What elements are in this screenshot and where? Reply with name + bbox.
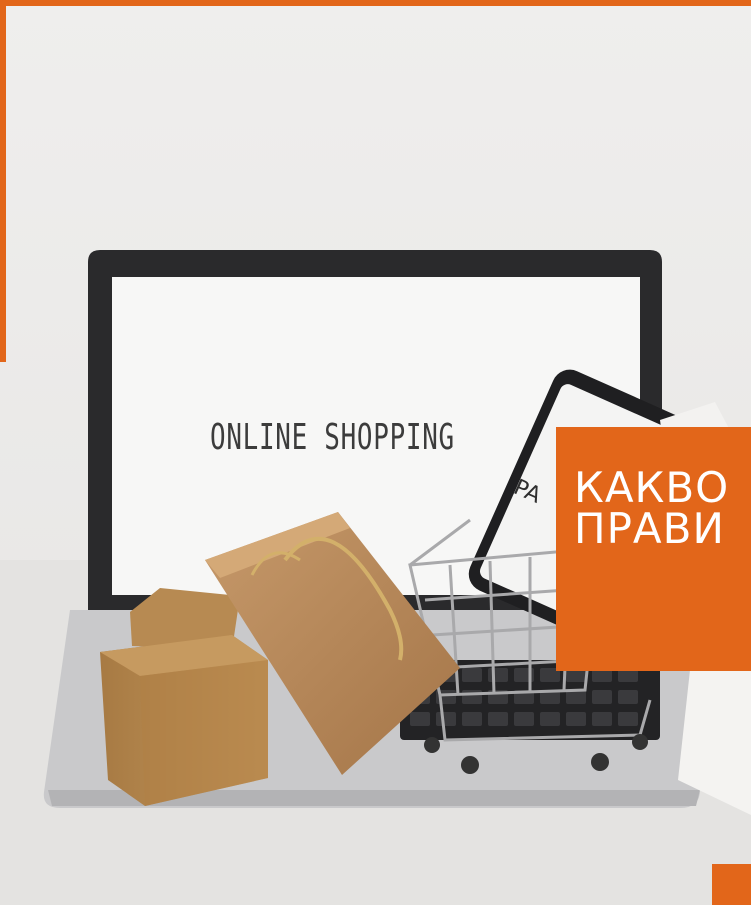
heading-line-2: ПРАВИ (574, 508, 725, 550)
accent-frame-top (0, 0, 751, 6)
laptop-screen-text: ONLINE SHOPPING (210, 418, 455, 458)
accent-frame-left (0, 0, 6, 362)
hero-section: ONLINE SHOPPING PA КАКВО ПРАВИ (0, 0, 751, 905)
accent-corner-square (712, 864, 751, 905)
heading-line-1: КАКВО (574, 467, 730, 509)
